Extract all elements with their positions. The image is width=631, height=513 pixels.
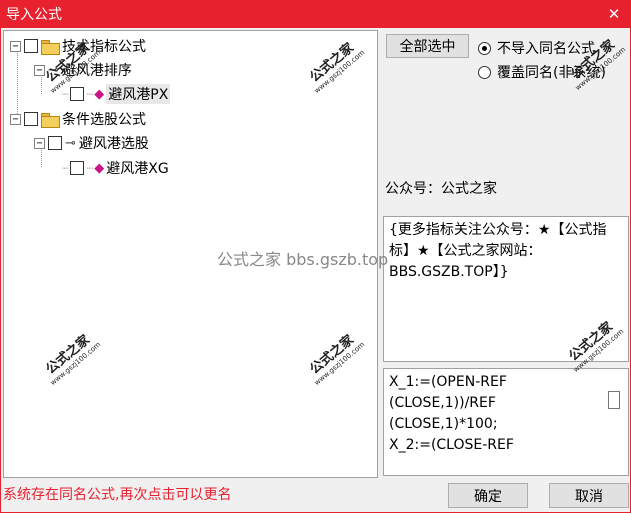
formula-line: X_2:=(CLOSE-REF <box>389 437 514 453</box>
watermark: 公式之家 www.gszj100.com <box>43 332 103 388</box>
status-message: 系统存在同名公式,再次点击可以更名 <box>3 487 232 503</box>
formula-line: (CLOSE,1))/REF <box>389 395 496 411</box>
tree-connector: ┈ <box>62 161 69 175</box>
radio-skip-same-name[interactable]: 不导入同名公式 <box>478 38 595 58</box>
folder-icon <box>41 112 60 128</box>
tree-item-screening-formulas[interactable]: − 条件选股公式 <box>10 108 146 130</box>
description-text: {更多指标关注公众号：★【公式指标】★【公式之家网站：BBS.GSZB.TOP】… <box>389 222 607 280</box>
tree-connector: ┈ <box>86 87 94 101</box>
select-all-button[interactable]: 全部选中 <box>386 34 469 58</box>
dialog-body: − 技术指标公式 − ⊸ 避风港排序 ┈ ┈ ◆ 避风港PX − 条件选股公式 … <box>0 28 631 513</box>
tree-item-indicator-formulas[interactable]: − 技术指标公式 <box>10 35 146 57</box>
tree-connector: ┈ <box>62 87 69 101</box>
tree-item-label: 避风港PX <box>106 84 171 104</box>
tree-item-label: 避风港XG <box>106 161 169 177</box>
radio-label: 覆盖同名(非系统) <box>497 65 606 81</box>
collapse-icon[interactable]: − <box>10 113 21 125</box>
description-textarea[interactable]: {更多指标关注公众号：★【公式指标】★【公式之家网站：BBS.GSZB.TOP】… <box>383 216 629 362</box>
formula-tree[interactable]: − 技术指标公式 − ⊸ 避风港排序 ┈ ┈ ◆ 避风港PX − 条件选股公式 … <box>3 30 378 478</box>
radio-overwrite[interactable]: 覆盖同名(非系统) <box>478 62 606 82</box>
collapse-icon[interactable]: − <box>34 64 45 76</box>
radio-dot[interactable] <box>478 41 491 55</box>
window-title: 导入公式 <box>6 7 62 23</box>
watermark: 公式之家 www.gszj100.com <box>307 40 367 96</box>
tree-item-label: 条件选股公式 <box>62 112 146 128</box>
tree-item-label: 技术指标公式 <box>62 39 146 55</box>
ok-button[interactable]: 确定 <box>448 483 528 508</box>
checkbox[interactable] <box>24 112 38 126</box>
tree-item-screening[interactable]: − ⊸ 避风港选股 <box>34 132 149 154</box>
checkbox[interactable] <box>48 136 62 150</box>
checkbox[interactable] <box>69 161 84 175</box>
tree-item-px[interactable]: ┈ ┈ ◆ 避风港PX <box>62 83 171 105</box>
tree-item-label: 避风港选股 <box>78 136 149 152</box>
collapse-icon[interactable]: − <box>34 137 45 149</box>
formula-gem-icon: ◆ <box>94 160 105 176</box>
checkbox[interactable] <box>24 39 38 53</box>
formula-gem-icon: ◆ <box>94 86 105 102</box>
tree-connector: ┈ <box>86 161 94 175</box>
radio-dot[interactable] <box>478 65 491 79</box>
tree-item-sort[interactable]: − ⊸ 避风港排序 <box>34 59 132 81</box>
public-account-label: 公众号：公式之家 <box>385 181 497 197</box>
radio-label: 不导入同名公式 <box>497 41 595 57</box>
key-icon: ⊸ <box>65 135 76 151</box>
watermark: 公式之家 www.gszj100.com <box>307 332 367 388</box>
close-icon[interactable]: ✕ <box>605 5 623 23</box>
folder-icon <box>41 39 60 55</box>
tree-item-label: 避风港排序 <box>61 63 132 79</box>
formula-preview[interactable]: X_1:=(OPEN-REF (CLOSE,1))/REF (CLOSE,1)*… <box>383 368 629 476</box>
formula-line: X_1:=(OPEN-REF <box>389 374 507 390</box>
title-bar: 导入公式 ✕ <box>0 0 631 28</box>
tree-item-xg[interactable]: ┈ ┈ ◆ 避风港XG <box>62 157 169 179</box>
key-icon: ⊸ <box>48 62 59 78</box>
cancel-button[interactable]: 取消 <box>549 483 629 508</box>
scrollbar-thumb[interactable] <box>608 391 620 409</box>
formula-line: (CLOSE,1)*100; <box>389 416 498 432</box>
checkbox[interactable] <box>69 87 84 101</box>
collapse-icon[interactable]: − <box>10 40 21 52</box>
